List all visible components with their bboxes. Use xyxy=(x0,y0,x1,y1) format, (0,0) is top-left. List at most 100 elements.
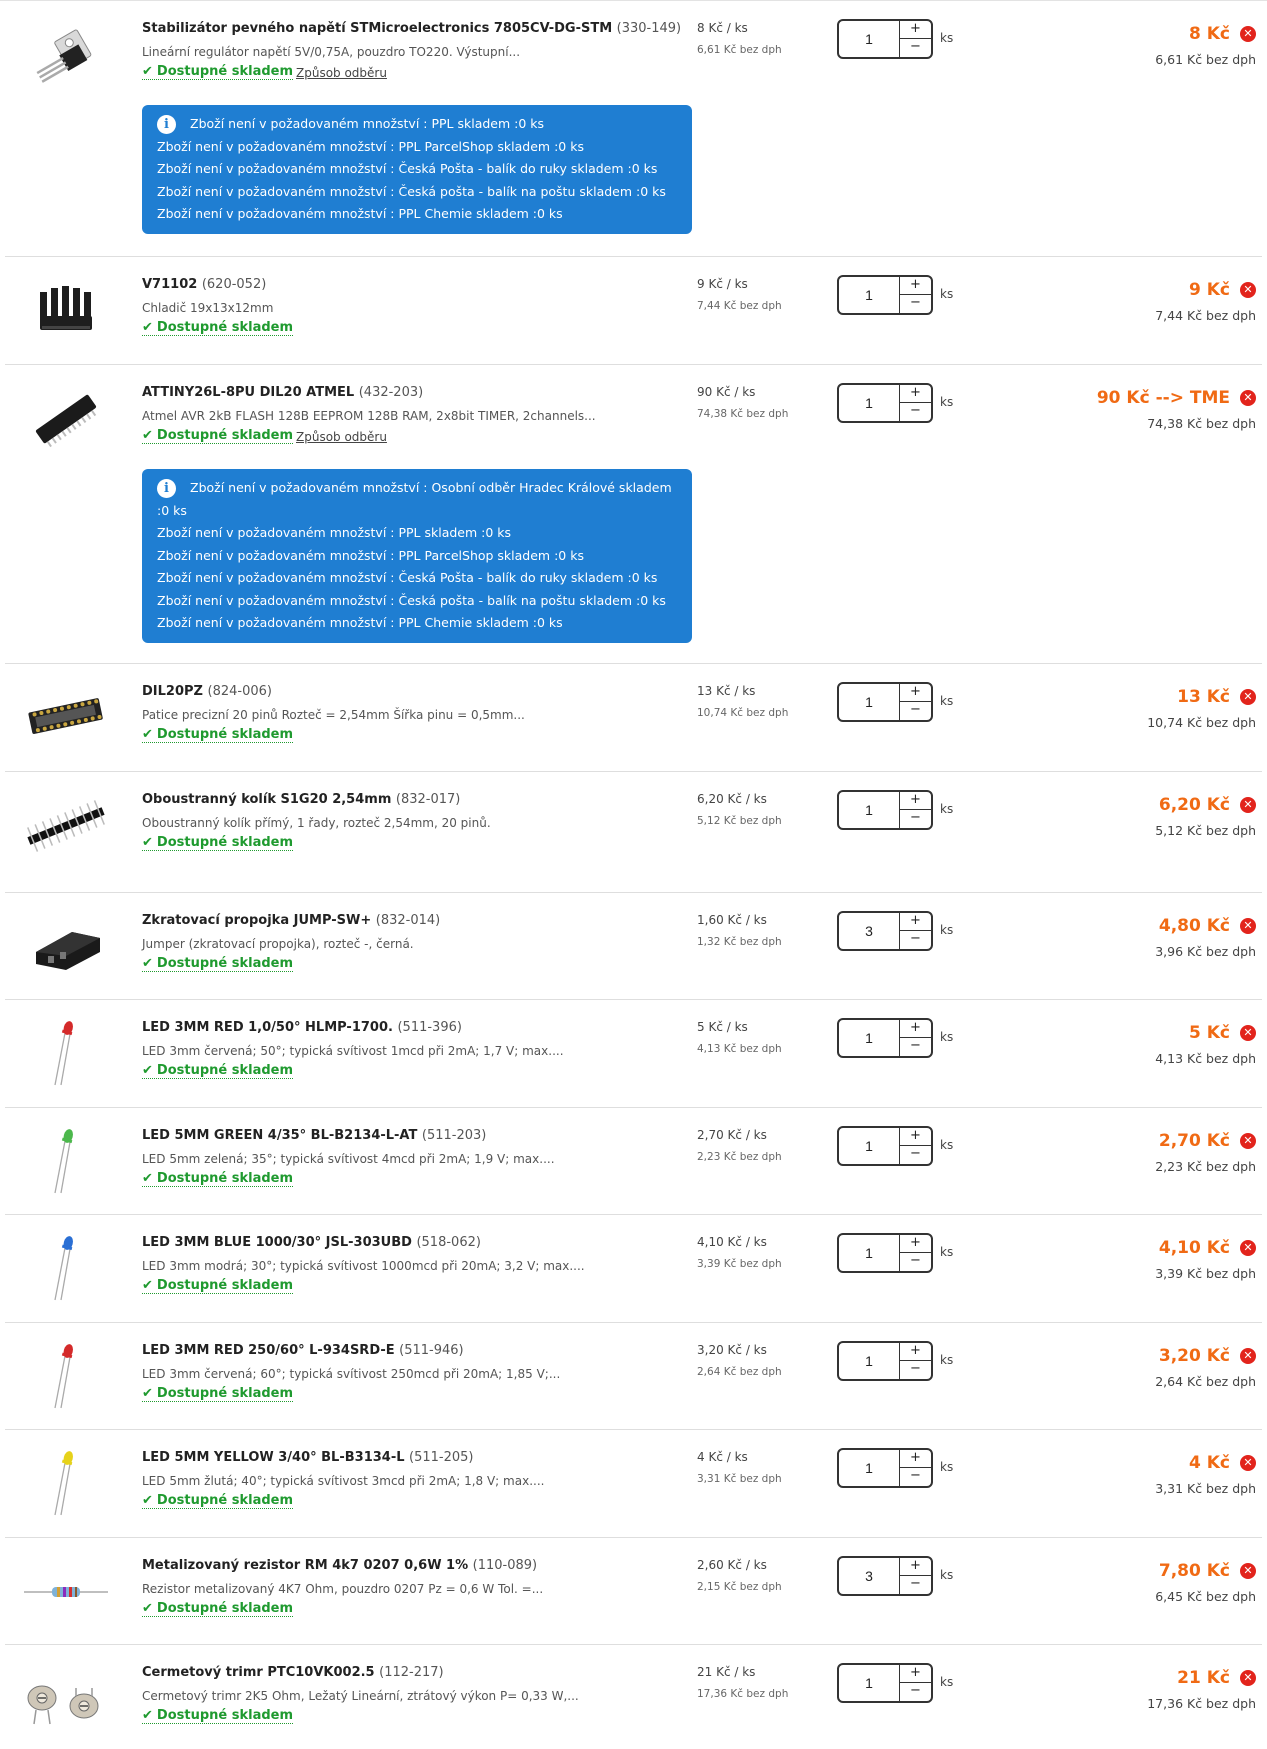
product-name[interactable]: ATTINY26L-8PU DIL20 ATMEL xyxy=(142,385,354,400)
quantity-decrease-button[interactable]: − xyxy=(899,1361,931,1379)
quantity-input[interactable]: 1 xyxy=(839,792,899,828)
trimmer-icon[interactable] xyxy=(22,1664,110,1734)
quantity-increase-button[interactable]: + xyxy=(899,1343,931,1361)
quantity-increase-button[interactable]: + xyxy=(899,1665,931,1683)
quantity-input[interactable]: 1 xyxy=(839,1450,899,1486)
product-title[interactable]: LED 3MM RED 1,0/50° HLMP-1700. (511-396) xyxy=(142,1020,462,1035)
quantity-input[interactable]: 1 xyxy=(839,1020,899,1056)
quantity-decrease-button[interactable]: − xyxy=(899,295,931,313)
stock-status[interactable]: ✔ Dostupné skladem xyxy=(142,835,294,851)
remove-item-icon[interactable]: ✕ xyxy=(1240,26,1256,42)
quantity-input[interactable]: 3 xyxy=(839,1558,899,1594)
quantity-decrease-button[interactable]: − xyxy=(899,810,931,828)
quantity-increase-button[interactable]: + xyxy=(899,21,931,39)
pickup-method-link[interactable]: Způsob odběru xyxy=(296,430,387,444)
product-name[interactable]: LED 5MM YELLOW 3/40° BL-B3134-L xyxy=(142,1450,405,1465)
jumper-icon[interactable] xyxy=(22,912,110,982)
quantity-input[interactable]: 1 xyxy=(839,1128,899,1164)
remove-item-icon[interactable]: ✕ xyxy=(1240,282,1256,298)
product-title[interactable]: Zkratovací propojka JUMP-SW+ (832-014) xyxy=(142,913,440,928)
heatsink-icon[interactable] xyxy=(22,276,110,346)
quantity-input[interactable]: 1 xyxy=(839,684,899,720)
quantity-decrease-button[interactable]: − xyxy=(899,1468,931,1486)
product-name[interactable]: Zkratovací propojka JUMP-SW+ xyxy=(142,913,371,928)
remove-item-icon[interactable]: ✕ xyxy=(1240,1455,1256,1471)
quantity-decrease-button[interactable]: − xyxy=(899,1253,931,1271)
quantity-increase-button[interactable]: + xyxy=(899,385,931,403)
pin-header-icon[interactable] xyxy=(22,791,110,861)
pickup-method-link[interactable]: Způsob odběru xyxy=(296,66,387,80)
stock-status[interactable]: ✔ Dostupné skladem xyxy=(142,1386,294,1402)
led-green-icon[interactable] xyxy=(22,1127,110,1197)
remove-item-icon[interactable]: ✕ xyxy=(1240,1348,1256,1364)
product-title[interactable]: ATTINY26L-8PU DIL20 ATMEL (432-203) xyxy=(142,385,423,400)
quantity-increase-button[interactable]: + xyxy=(899,1020,931,1038)
product-title[interactable]: Stabilizátor pevného napětí STMicroelect… xyxy=(142,21,681,36)
remove-item-icon[interactable]: ✕ xyxy=(1240,1240,1256,1256)
quantity-input[interactable]: 1 xyxy=(839,1343,899,1379)
quantity-decrease-button[interactable]: − xyxy=(899,1038,931,1056)
remove-item-icon[interactable]: ✕ xyxy=(1240,1670,1256,1686)
stock-status[interactable]: ✔ Dostupné skladem xyxy=(142,1708,294,1724)
stock-status[interactable]: ✔ Dostupné skladem xyxy=(142,1171,294,1187)
product-title[interactable]: LED 5MM YELLOW 3/40° BL-B3134-L (511-205… xyxy=(142,1450,474,1465)
quantity-input[interactable]: 1 xyxy=(839,1235,899,1271)
product-title[interactable]: Oboustranný kolík S1G20 2,54mm (832-017) xyxy=(142,792,460,807)
stock-status[interactable]: ✔ Dostupné skladem xyxy=(142,1601,294,1617)
quantity-increase-button[interactable]: + xyxy=(899,684,931,702)
remove-item-icon[interactable]: ✕ xyxy=(1240,390,1256,406)
resistor-icon[interactable] xyxy=(22,1557,110,1627)
quantity-input[interactable]: 1 xyxy=(839,277,899,313)
remove-item-icon[interactable]: ✕ xyxy=(1240,689,1256,705)
quantity-increase-button[interactable]: + xyxy=(899,792,931,810)
quantity-decrease-button[interactable]: − xyxy=(899,931,931,949)
product-name[interactable]: LED 3MM BLUE 1000/30° JSL-303UBD xyxy=(142,1235,412,1250)
quantity-increase-button[interactable]: + xyxy=(899,277,931,295)
led-blue-icon[interactable] xyxy=(22,1234,110,1304)
quantity-increase-button[interactable]: + xyxy=(899,1235,931,1253)
stock-status[interactable]: ✔ Dostupné skladem xyxy=(142,1493,294,1509)
voltage-regulator-icon[interactable] xyxy=(22,20,110,90)
quantity-decrease-button[interactable]: − xyxy=(899,403,931,421)
quantity-input[interactable]: 1 xyxy=(839,385,899,421)
quantity-input[interactable]: 1 xyxy=(839,21,899,57)
product-name[interactable]: LED 5MM GREEN 4/35° BL-B2134-L-AT xyxy=(142,1128,417,1143)
quantity-decrease-button[interactable]: − xyxy=(899,1146,931,1164)
quantity-input[interactable]: 1 xyxy=(839,1665,899,1701)
remove-item-icon[interactable]: ✕ xyxy=(1240,797,1256,813)
product-title[interactable]: Cermetový trimr PTC10VK002.5 (112-217) xyxy=(142,1665,444,1680)
quantity-decrease-button[interactable]: − xyxy=(899,702,931,720)
product-title[interactable]: DIL20PZ (824-006) xyxy=(142,684,272,699)
product-title[interactable]: LED 5MM GREEN 4/35° BL-B2134-L-AT (511-2… xyxy=(142,1128,486,1143)
remove-item-icon[interactable]: ✕ xyxy=(1240,1563,1256,1579)
stock-status[interactable]: ✔ Dostupné skladem xyxy=(142,428,294,444)
quantity-decrease-button[interactable]: − xyxy=(899,39,931,57)
quantity-increase-button[interactable]: + xyxy=(899,1558,931,1576)
quantity-increase-button[interactable]: + xyxy=(899,1128,931,1146)
ic-socket-icon[interactable] xyxy=(22,683,110,753)
product-name[interactable]: DIL20PZ xyxy=(142,684,203,699)
stock-status[interactable]: ✔ Dostupné skladem xyxy=(142,1278,294,1294)
product-title[interactable]: V71102 (620-052) xyxy=(142,277,266,292)
quantity-decrease-button[interactable]: − xyxy=(899,1576,931,1594)
product-title[interactable]: LED 3MM BLUE 1000/30° JSL-303UBD (518-06… xyxy=(142,1235,481,1250)
product-name[interactable]: LED 3MM RED 250/60° L-934SRD-E xyxy=(142,1343,395,1358)
product-name[interactable]: Oboustranný kolík S1G20 2,54mm xyxy=(142,792,391,807)
led-red-icon[interactable] xyxy=(22,1019,110,1089)
stock-status[interactable]: ✔ Dostupné skladem xyxy=(142,320,294,336)
remove-item-icon[interactable]: ✕ xyxy=(1240,1025,1256,1041)
stock-status[interactable]: ✔ Dostupné skladem xyxy=(142,64,294,80)
stock-status[interactable]: ✔ Dostupné skladem xyxy=(142,727,294,743)
product-name[interactable]: LED 3MM RED 1,0/50° HLMP-1700. xyxy=(142,1020,393,1035)
product-name[interactable]: Metalizovaný rezistor RM 4k7 0207 0,6W 1… xyxy=(142,1558,468,1573)
stock-status[interactable]: ✔ Dostupné skladem xyxy=(142,956,294,972)
led-red-icon[interactable] xyxy=(22,1342,110,1412)
ic-chip-icon[interactable] xyxy=(22,384,110,454)
product-title[interactable]: LED 3MM RED 250/60° L-934SRD-E (511-946) xyxy=(142,1343,464,1358)
product-title[interactable]: Metalizovaný rezistor RM 4k7 0207 0,6W 1… xyxy=(142,1558,537,1573)
remove-item-icon[interactable]: ✕ xyxy=(1240,918,1256,934)
stock-status[interactable]: ✔ Dostupné skladem xyxy=(142,1063,294,1079)
product-name[interactable]: V71102 xyxy=(142,277,197,292)
led-yellow-icon[interactable] xyxy=(22,1449,110,1519)
product-name[interactable]: Cermetový trimr PTC10VK002.5 xyxy=(142,1665,375,1680)
